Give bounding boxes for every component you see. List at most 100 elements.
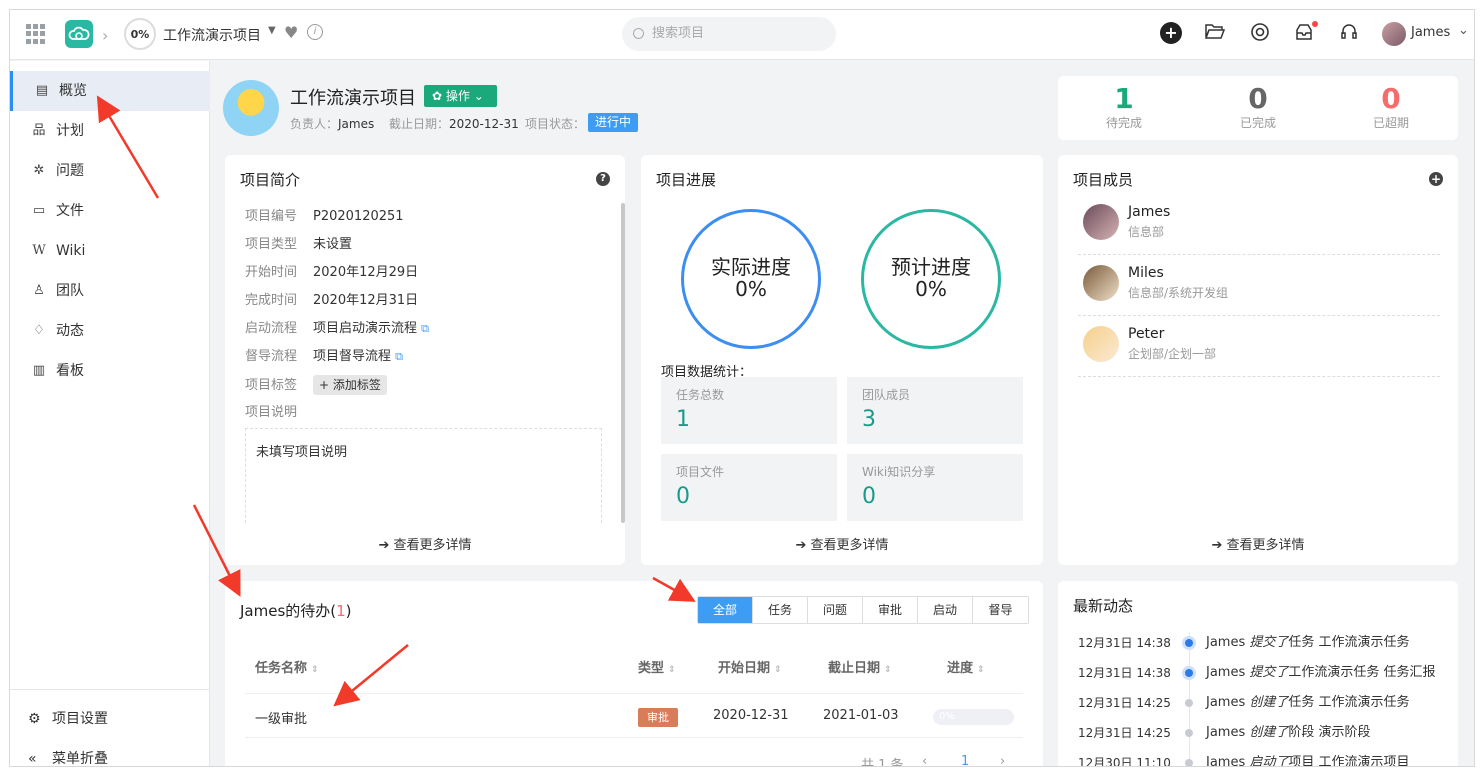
more-details-link[interactable]: ➔ 查看更多详情 (225, 534, 625, 553)
card-title: 项目成员 (1073, 171, 1134, 189)
user-avatar[interactable] (1382, 22, 1406, 46)
supervise-flow-link[interactable]: 项目督导流程 (313, 349, 391, 364)
apps-grid-icon[interactable] (26, 24, 46, 44)
status-badge: 进行中 (588, 113, 639, 132)
project-title: 工作流演示项目 (290, 88, 416, 109)
member-item[interactable]: Peter 企划部/企划一部 (1078, 316, 1440, 377)
sidebar-item-plan[interactable]: 品计划 (10, 111, 210, 151)
task-name-link[interactable]: 一级审批 (255, 708, 307, 727)
deadline-value: 2020-12-31 (449, 117, 519, 131)
activity-verb: 创建了 (1249, 695, 1289, 710)
project-settings-button[interactable]: ⚙ 项目设置 (10, 700, 210, 738)
column-header[interactable]: 开始日期 ⇕ (718, 657, 782, 676)
pager-total: 共 1 条 (861, 758, 904, 767)
caret-down-icon[interactable]: ▼ (268, 25, 276, 36)
start-flow-link[interactable]: 项目启动演示流程 (313, 321, 417, 336)
sidebar-item-team[interactable]: ♙ 团队 (10, 271, 210, 311)
tab-issue[interactable]: 问题 (808, 597, 863, 623)
info-key: 完成时间 (245, 293, 298, 308)
add-tag-button[interactable]: + 添加标签 (313, 375, 387, 395)
tab-task[interactable]: 任务 (753, 597, 808, 623)
stat-pending[interactable]: 1 待完成 (1074, 82, 1174, 130)
activity-object[interactable]: 工作流演示任务 任务汇报 (1288, 665, 1435, 680)
column-header[interactable]: 截止日期 ⇕ (828, 657, 892, 676)
sidebar-item-files[interactable]: ▭ 文件 (10, 191, 210, 231)
add-circle-icon[interactable]: + (1160, 22, 1182, 44)
column-header[interactable]: 进度 ⇕ (947, 657, 985, 676)
page-number[interactable]: 1 (961, 754, 969, 766)
column-header[interactable]: 任务名称 ⇕ (255, 657, 319, 676)
project-description[interactable]: 未填写项目说明 (245, 428, 602, 523)
activity-item: 12月31日 14:25 James 创建了任务 工作流演示任务 (1078, 692, 1458, 714)
chevron-right-icon: › (102, 26, 109, 45)
project-switcher-label[interactable]: 工作流演示项目 (163, 25, 261, 45)
stat-box[interactable]: 项目文件 0 (661, 454, 837, 521)
activity-object[interactable]: 任务 工作流演示任务 (1288, 635, 1409, 650)
deadline-meta: 截止日期：2020-12-31 (389, 115, 519, 132)
stat-done[interactable]: 0 已完成 (1208, 82, 1308, 130)
activity-user: James (1206, 665, 1246, 680)
info-icon[interactable]: i (307, 24, 323, 40)
activity-object[interactable]: 项目 工作流演示项目 (1288, 755, 1409, 766)
operation-dropdown-button[interactable]: ✿ 操作 ⌄ (424, 85, 497, 107)
collapse-menu-button[interactable]: « 菜单折叠 (10, 740, 210, 766)
more-details-link[interactable]: ➔ 查看更多详情 (641, 534, 1043, 553)
start-date: 2020-12-31 (713, 708, 789, 723)
stat-box[interactable]: Wiki知识分享 0 (847, 454, 1023, 521)
stat-box[interactable]: 团队成员 3 (847, 377, 1023, 444)
activity-time: 12月31日 14:38 (1078, 636, 1171, 650)
next-page-icon[interactable]: › (1000, 754, 1005, 766)
tab-approval[interactable]: 审批 (863, 597, 918, 623)
add-member-icon[interactable]: + (1429, 172, 1443, 186)
heart-icon[interactable]: ♥ (284, 23, 298, 42)
more-details-link[interactable]: ➔ 查看更多详情 (1058, 534, 1458, 553)
timeline-dot (1185, 669, 1193, 677)
sidebar-item-board[interactable]: ▥ 看板 (10, 351, 210, 391)
user-name[interactable]: James (1411, 25, 1450, 40)
gear-icon: ⚙ (28, 711, 41, 727)
info-key: 项目类型 (245, 237, 298, 252)
activity-object[interactable]: 阶段 演示阶段 (1288, 725, 1370, 740)
support-ring-icon[interactable] (1249, 22, 1271, 44)
deadline-label: 截止日期： (389, 117, 450, 131)
doc-icon: ▤ (35, 83, 49, 98)
tab-start[interactable]: 启动 (918, 597, 973, 623)
chevron-down-icon[interactable]: ⌄ (1458, 23, 1469, 38)
info-value: 2020年12月31日 (313, 293, 419, 308)
member-item[interactable]: James 信息部 (1078, 194, 1440, 255)
scrollbar[interactable] (621, 203, 625, 523)
sidebar-item-overview[interactable]: ▤ 概览 (10, 71, 210, 111)
search-input[interactable]: 搜索项目 (622, 17, 836, 51)
stat-box[interactable]: 任务总数 1 (661, 377, 837, 444)
sort-icon: ⇕ (977, 665, 985, 675)
column-label: 开始日期 (718, 661, 771, 676)
info-key: 项目标签 (245, 378, 298, 393)
member-item[interactable]: Miles 信息部/系统开发组 (1078, 255, 1440, 316)
activity-object[interactable]: 任务 工作流演示任务 (1288, 695, 1409, 710)
info-key: 开始时间 (245, 265, 298, 280)
stat-overdue[interactable]: 0 已超期 (1341, 82, 1441, 130)
sidebar-item-wiki[interactable]: W Wiki (10, 231, 210, 271)
member-dept: 信息部 (1128, 225, 1165, 239)
table-divider (245, 693, 1023, 694)
headset-icon[interactable] (1338, 22, 1360, 44)
arrow-right-icon: ➔ (1211, 538, 1223, 553)
column-header[interactable]: 类型 ⇕ (638, 657, 676, 676)
ring-value: 0% (915, 277, 947, 301)
tab-all[interactable]: 全部 (698, 597, 753, 623)
more-label: 查看更多详情 (393, 538, 472, 553)
external-link-icon[interactable]: ⧉ (395, 350, 403, 363)
sidebar-item-activity[interactable]: ♢ 动态 (10, 311, 210, 351)
cloud-logo-icon[interactable] (65, 20, 93, 48)
box-value: 0 (676, 484, 690, 509)
folder-open-icon[interactable] (1204, 22, 1226, 44)
sidebar-item-issues[interactable]: ✲ 问题 (10, 151, 210, 191)
box-value: 3 (862, 407, 876, 432)
external-link-icon[interactable]: ⧉ (421, 322, 429, 335)
tab-supervise[interactable]: 督导 (973, 597, 1028, 623)
owner-meta: 负责人：James (290, 115, 374, 132)
prev-page-icon[interactable]: ‹ (922, 754, 927, 766)
gear-icon: ✿ (432, 89, 443, 103)
column-label: 类型 (638, 661, 665, 676)
help-icon[interactable]: ? (596, 172, 610, 186)
